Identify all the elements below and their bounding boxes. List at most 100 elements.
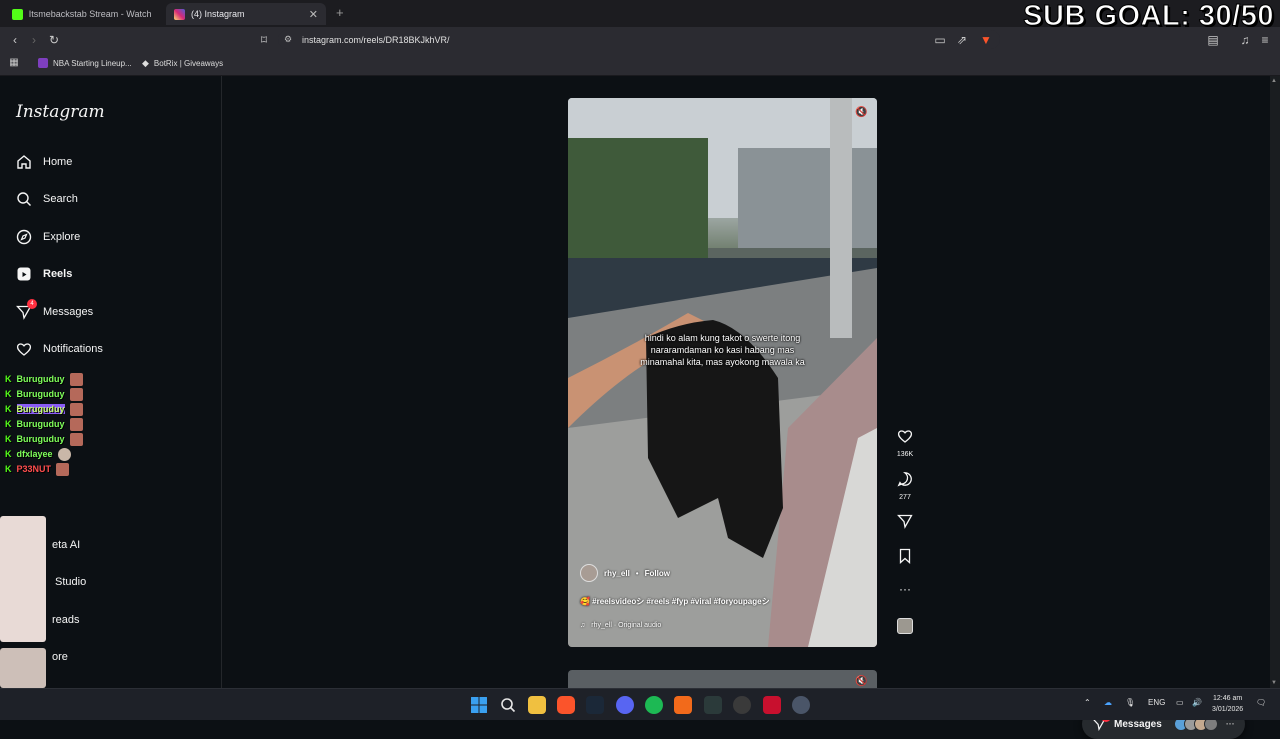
- scroll-up-icon[interactable]: ▲: [1271, 78, 1277, 84]
- notifications-icon[interactable]: 🗨: [1256, 698, 1266, 707]
- author-avatar[interactable]: [580, 564, 598, 582]
- home-icon: [17, 155, 31, 169]
- audio-label: rhy_ell · Original audio: [591, 622, 662, 629]
- discord-icon[interactable]: [616, 696, 634, 714]
- share-action[interactable]: [894, 513, 916, 534]
- windows-taskbar: ⌃ ☁ 🎙 ENG ▭ 🔊 12:46 am 3/01/2026 🗨: [0, 688, 1280, 720]
- sidebar-item-home[interactable]: Home: [16, 150, 72, 174]
- chat-avatar: [56, 462, 70, 476]
- messages-icon: 4: [16, 299, 37, 320]
- bookmark-nba[interactable]: NBA Starting Lineup...: [38, 58, 132, 68]
- nba-favicon-icon: [38, 58, 48, 68]
- sidebar-item-studio[interactable]: Studio: [55, 576, 86, 588]
- chat-username: Buruguduy: [16, 374, 65, 384]
- reel-caption-overlay: hindi ko alam kung takot o swerte itong …: [640, 333, 805, 367]
- chat-message: K Buruguduy: [5, 387, 83, 401]
- tray-chevron-icon[interactable]: ⌃: [1084, 698, 1091, 707]
- onedrive-icon[interactable]: ☁: [1104, 698, 1112, 707]
- terminal-icon[interactable]: [704, 696, 722, 714]
- reload-icon[interactable]: ↻: [46, 32, 62, 48]
- webcam-overlay: [0, 516, 46, 642]
- mute-icon[interactable]: 🔇: [855, 676, 867, 687]
- chat-username: dfxlayee: [16, 449, 53, 459]
- send-icon: [897, 514, 913, 529]
- tab-label: Itsmebackstab Stream - Watch Live o: [28, 9, 152, 19]
- kick-icon: K: [5, 374, 12, 384]
- sidebar-toggle-icon[interactable]: ▤: [1205, 32, 1221, 48]
- system-clock[interactable]: 12:46 am 3/01/2026: [1212, 693, 1243, 715]
- kick-favicon-icon: [12, 8, 23, 20]
- sidebar-item-label: Home: [43, 156, 73, 168]
- author-username[interactable]: rhy_ell: [604, 569, 630, 578]
- steam-icon[interactable]: [586, 696, 604, 714]
- chat-message: K Buruguduy: [5, 417, 83, 431]
- reel-hashtags: 🥰 #reelsvideoシ #reels #fyp #viral #foryo…: [580, 596, 770, 607]
- settings-icon[interactable]: [792, 696, 810, 714]
- apps-grid-icon[interactable]: ▦: [6, 55, 22, 71]
- bookmark-botrix[interactable]: ◆ BotRix | Giveaways: [142, 58, 223, 69]
- instagram-logo[interactable]: Instagram: [16, 102, 105, 122]
- microphone-icon[interactable]: 🎙: [1125, 698, 1135, 707]
- chat-message: Kdfxlayee: [5, 447, 71, 461]
- more-options-icon[interactable]: ···: [894, 582, 916, 596]
- app-icon[interactable]: [674, 696, 692, 714]
- save-action[interactable]: [894, 548, 916, 569]
- share-icon[interactable]: ⇗: [954, 32, 970, 48]
- sidebar-item-meta-ai[interactable]: eta AI: [52, 539, 80, 551]
- back-icon[interactable]: ‹: [7, 32, 23, 48]
- kick-icon: K: [5, 389, 12, 399]
- reel-audio[interactable]: ♫ rhy_ell · Original audio: [580, 622, 661, 629]
- follow-button[interactable]: Follow: [645, 569, 670, 578]
- tab-label: (4) Instagram: [191, 9, 245, 19]
- windows-start-icon[interactable]: [470, 696, 488, 714]
- sidebar-item-notifications[interactable]: Notifications: [16, 337, 103, 361]
- sidebar-item-threads[interactable]: reads: [52, 614, 80, 626]
- chat-avatar: [69, 417, 83, 431]
- reel-author: rhy_ell • Follow: [580, 564, 670, 582]
- media-icon[interactable]: ♫: [1237, 32, 1253, 48]
- brave-shield-icon[interactable]: ▼: [978, 32, 994, 48]
- kick-icon: K: [5, 464, 12, 474]
- bookmark-icon[interactable]: ⌑: [256, 32, 272, 48]
- sidebar-item-reels[interactable]: Reels: [16, 262, 72, 286]
- kick-icon: K: [5, 419, 12, 429]
- cast-icon[interactable]: ▭: [932, 32, 948, 48]
- volume-icon[interactable]: 🔊: [1192, 698, 1202, 707]
- brave-browser-icon[interactable]: [557, 696, 575, 714]
- mute-icon[interactable]: 🔇: [855, 107, 867, 118]
- search-icon[interactable]: [499, 696, 517, 714]
- new-tab-icon[interactable]: +: [336, 5, 344, 20]
- address-bar[interactable]: ⚙ instagram.com/reels/DR18BKJkhVR/: [278, 30, 1000, 49]
- site-info-icon[interactable]: ⚙: [284, 34, 302, 45]
- sidebar-item-search[interactable]: Search: [16, 187, 78, 211]
- menu-icon[interactable]: ≡: [1257, 32, 1273, 48]
- sidebar-item-explore[interactable]: Explore: [16, 225, 80, 249]
- chat-message: K P33NUT: [5, 462, 70, 476]
- bookmarks-bar: ▦ NBA Starting Lineup... ◆ BotRix | Give…: [0, 52, 1280, 76]
- sidebar-item-label: Search: [43, 193, 78, 205]
- bookmark-icon: [899, 548, 911, 564]
- sidebar-item-messages[interactable]: 4 Messages: [16, 299, 93, 324]
- clock-date: 3/01/2026: [1212, 706, 1244, 713]
- forward-icon[interactable]: ›: [26, 32, 42, 48]
- chat-username: Buruguduy: [16, 389, 65, 399]
- page-scrollbar[interactable]: ▲ ▼: [1270, 76, 1280, 688]
- kick-icon: K: [5, 434, 12, 444]
- spotify-icon[interactable]: [645, 696, 663, 714]
- audio-thumbnail[interactable]: [897, 618, 913, 634]
- hashtags-text[interactable]: 🥰 #reelsvideoシ #reels #fyp #viral #foryo…: [580, 596, 770, 607]
- sidebar-item-more[interactable]: ore: [52, 651, 68, 663]
- tab-kick-stream[interactable]: Itsmebackstab Stream - Watch Live o: [4, 3, 160, 25]
- comment-action[interactable]: 277: [894, 471, 916, 501]
- scroll-down-icon[interactable]: ▼: [1271, 680, 1277, 686]
- next-reel-preview[interactable]: [568, 670, 877, 688]
- tab-instagram[interactable]: (4) Instagram ✕: [166, 3, 326, 25]
- file-explorer-icon[interactable]: [528, 696, 546, 714]
- language-indicator[interactable]: ENG: [1148, 698, 1165, 707]
- obs-icon[interactable]: [733, 696, 751, 714]
- network-icon[interactable]: ▭: [1176, 698, 1184, 707]
- like-action[interactable]: 136K: [894, 428, 916, 458]
- browser-toolbar: ‹ › ↻ ⌑ ⚙ instagram.com/reels/DR18BKJkhV…: [0, 27, 1280, 52]
- app-icon[interactable]: [763, 696, 781, 714]
- close-tab-icon[interactable]: ✕: [309, 8, 318, 21]
